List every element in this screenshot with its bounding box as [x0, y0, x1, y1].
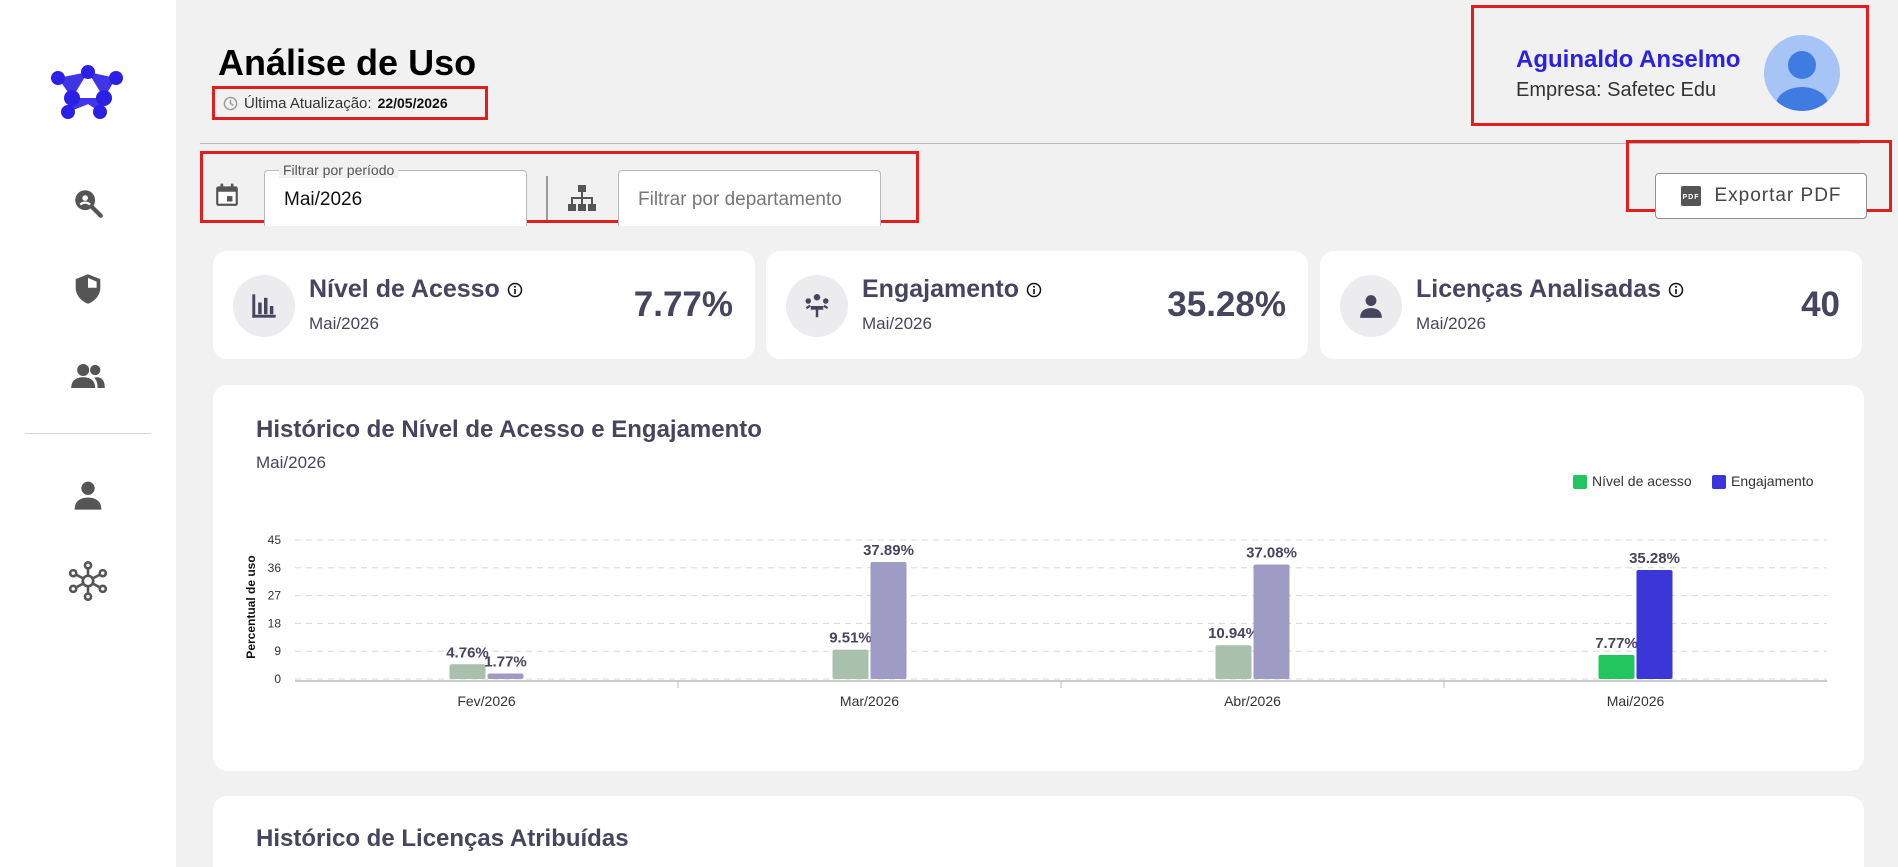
engagement-title-row: Engajamento	[862, 275, 1042, 304]
bar-access	[449, 664, 486, 679]
data-label: 37.89%	[863, 542, 914, 559]
legend-swatch-access	[1573, 475, 1587, 489]
licenses-icon-circle	[1340, 275, 1402, 337]
bar-engagement	[1253, 564, 1290, 679]
engagement-card: Engajamento Mai/2026 35.28%	[766, 251, 1308, 359]
network-icon	[68, 561, 108, 601]
last-update-date: 22/05/2026	[377, 95, 448, 111]
data-label: 7.77%	[1595, 635, 1638, 652]
period-filter-input[interactable]: Filtrar por período Mai/2026	[264, 162, 527, 226]
x-tick-label: Mar/2026	[840, 693, 899, 709]
sidebar	[0, 0, 176, 867]
bar-engagement	[1636, 570, 1673, 679]
history-bar-chart: 0 9 18 27 36 45 Percentual de uso Fev/2026 4.76%…	[244, 473, 1827, 709]
engagement-icon-circle	[786, 275, 848, 337]
export-pdf-button[interactable]: PDF Exportar PDF	[1655, 173, 1867, 219]
data-label: 35.28%	[1629, 550, 1680, 567]
sidebar-item-users[interactable]	[68, 356, 108, 396]
search-analytics-icon	[75, 190, 103, 218]
filter-separator	[546, 176, 548, 220]
y-tick-label: 0	[274, 672, 281, 686]
bar-engagement	[487, 673, 524, 679]
history-chart-panel: Histórico de Nível de Acesso e Engajamen…	[213, 385, 1864, 771]
bar-access	[832, 649, 869, 679]
period-filter-value: Mai/2026	[284, 189, 363, 210]
y-tick-label: 9	[274, 644, 281, 658]
access-level-card: Nível de Acesso Mai/2026 7.77%	[213, 251, 755, 359]
y-tick-label: 27	[268, 589, 282, 603]
sidebar-item-integrations[interactable]	[68, 561, 108, 601]
licenses-history-title: Histórico de Licenças Atribuídas	[256, 825, 629, 852]
last-update: Última Atualização: 22/05/2026	[212, 86, 488, 120]
legend-label-access: Nível de acesso	[1592, 473, 1692, 489]
svg-text:PDF: PDF	[1683, 194, 1700, 201]
period-filter-label: Filtrar por período	[279, 162, 399, 178]
y-tick-label: 36	[268, 561, 282, 575]
info-icon[interactable]	[507, 282, 523, 298]
page-title: Análise de Uso	[218, 42, 477, 83]
export-pdf-label: Exportar PDF	[1714, 185, 1842, 206]
pdf-icon: PDF	[1681, 186, 1702, 206]
avatar-person-icon	[1776, 51, 1828, 111]
sidebar-item-search-analytics[interactable]	[68, 183, 108, 223]
legend-swatch-engagement	[1712, 475, 1726, 489]
data-label: 9.51%	[829, 630, 872, 647]
export-area: PDF Exportar PDF	[1626, 140, 1892, 219]
licenses-card: Licenças Analisadas Mai/2026 40	[1320, 251, 1862, 359]
calendar-icon	[216, 183, 238, 206]
licenses-title: Licenças Analisadas	[1416, 275, 1662, 303]
header-divider	[200, 143, 1860, 144]
licenses-value: 40	[1801, 285, 1840, 324]
access-level-icon-circle	[233, 275, 295, 337]
data-label: 4.76%	[446, 644, 489, 661]
x-tick-label: Mai/2026	[1607, 693, 1665, 709]
engagement-value: 35.28%	[1167, 285, 1286, 324]
sidebar-divider	[25, 433, 151, 434]
user-name: Aguinaldo Anselmo	[1516, 46, 1741, 73]
licenses-title-row: Licenças Analisadas	[1416, 275, 1684, 304]
filter-bar: Filtrar por período Mai/2026 Filtrar por…	[200, 151, 919, 226]
engagement-title: Engajamento	[862, 275, 1019, 303]
shield-icon	[75, 274, 101, 304]
engagement-icon	[805, 294, 829, 318]
data-label: 37.08%	[1246, 544, 1297, 561]
user-profile[interactable]: Aguinaldo Anselmo Empresa: Safetec Edu	[1471, 5, 1869, 126]
sidebar-item-profile[interactable]	[68, 475, 108, 515]
access-level-period: Mai/2026	[309, 314, 379, 333]
info-icon[interactable]	[1668, 282, 1684, 298]
licenses-period: Mai/2026	[1416, 314, 1486, 333]
access-level-title-row: Nível de Acesso	[309, 275, 523, 304]
x-tick-label: Abr/2026	[1224, 693, 1281, 709]
access-level-title: Nível de Acesso	[309, 275, 500, 303]
sidebar-item-security[interactable]	[68, 269, 108, 309]
user-company: Empresa: Safetec Edu	[1516, 79, 1717, 101]
licenses-history-panel: Histórico de Licenças Atribuídas	[213, 796, 1864, 867]
bar-engagement	[870, 561, 907, 679]
bar-access	[1215, 645, 1252, 679]
avatar[interactable]	[1764, 35, 1840, 111]
info-icon[interactable]	[1026, 282, 1042, 298]
x-tick-label: Fev/2026	[457, 693, 516, 709]
logo	[51, 65, 123, 119]
access-level-value: 7.77%	[633, 285, 733, 324]
y-tick-label: 45	[268, 533, 282, 547]
person-icon	[74, 481, 102, 510]
org-chart-icon	[568, 185, 596, 211]
last-update-label: Última Atualização:	[244, 94, 372, 112]
bar-access	[1598, 654, 1635, 679]
y-axis-label: Percentual de uso	[244, 555, 258, 658]
legend-label-engagement: Engajamento	[1731, 473, 1814, 489]
department-filter-placeholder: Filtrar por departamento	[638, 189, 842, 210]
bar-chart-icon	[252, 294, 276, 318]
clock-icon	[223, 96, 238, 110]
engagement-period: Mai/2026	[862, 314, 932, 333]
y-tick-label: 18	[268, 616, 282, 630]
department-filter-input[interactable]: Filtrar por departamento	[618, 170, 881, 226]
data-label: 10.94%	[1208, 625, 1259, 642]
data-label: 1.77%	[484, 654, 527, 671]
person-icon	[1360, 295, 1382, 318]
users-icon	[71, 364, 105, 388]
